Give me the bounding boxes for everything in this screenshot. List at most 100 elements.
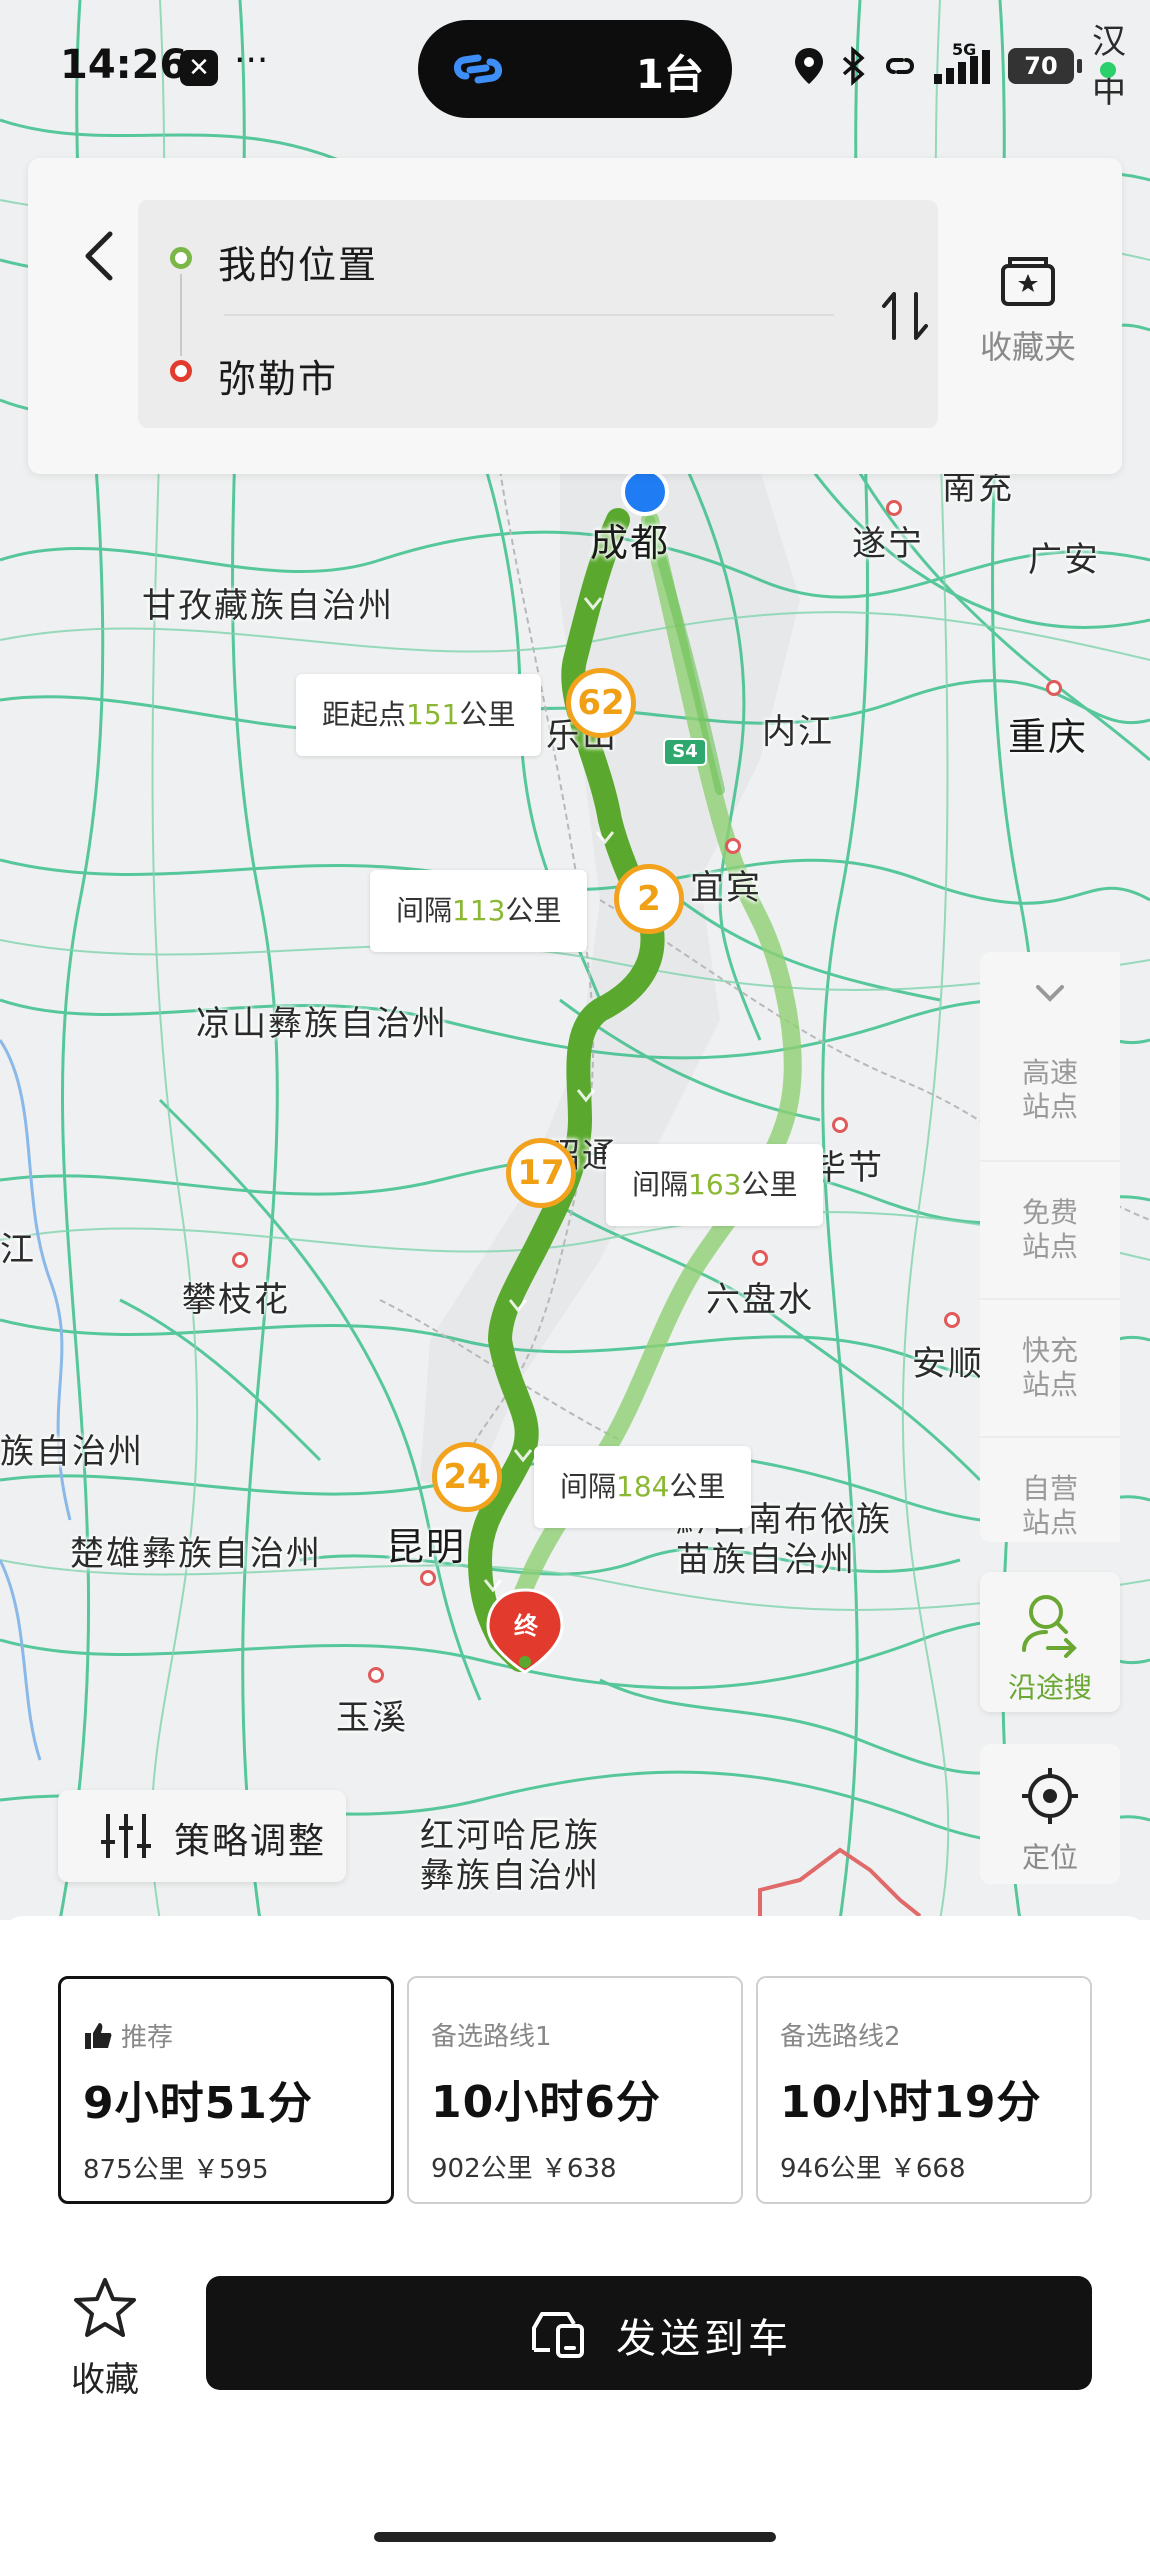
route-tag: 推荐 (83, 2017, 173, 2054)
star-icon (74, 2278, 136, 2337)
map-place-label: 族自治州 (0, 1432, 144, 1472)
waypoint-badge[interactable]: 17 (506, 1138, 576, 1208)
swap-button[interactable] (878, 286, 932, 346)
distance-callout: 间隔184公里 (534, 1446, 752, 1528)
chevron-down-icon[interactable] (1032, 978, 1068, 1008)
end-marker-label: 终 (514, 1612, 538, 1640)
fast-charge-station-filter[interactable]: 快充 站点 (980, 1298, 1120, 1436)
route-tag-label: 推荐 (121, 2023, 174, 2053)
city-dot (752, 1250, 768, 1266)
free-station-filter[interactable]: 免费 站点 (980, 1160, 1120, 1298)
along-route-search-label: 沿途搜 (1007, 1671, 1092, 1704)
map-place-label: 成都 (590, 521, 671, 565)
map-place-label: 内江 (762, 712, 834, 752)
origin-dot-icon (170, 247, 192, 269)
highway-shield: S4 (663, 738, 707, 766)
callout-unit: 公里 (741, 1168, 798, 1201)
distance-callout: 间隔163公里 (606, 1144, 824, 1226)
route-tag: 备选路线2 (780, 2016, 901, 2053)
callout-number: 163 (688, 1168, 742, 1201)
origin-field[interactable]: 我的位置 (218, 234, 378, 289)
callout-prefix: 间隔 (632, 1168, 689, 1201)
along-route-search-button[interactable]: 沿途搜 (980, 1572, 1120, 1712)
route-option-alt-1[interactable]: 备选路线1 10小时6分 902公里 ￥638 (407, 1976, 743, 2204)
distance-callout: 距起点151公里 (296, 674, 542, 756)
route-duration: 10小时19分 (780, 2077, 1042, 2128)
bluetooth-icon (842, 46, 865, 86)
back-button[interactable] (66, 216, 136, 296)
signal-icon: 5G (934, 40, 994, 86)
favorites-folder-button[interactable]: 收藏夹 (968, 254, 1088, 374)
route-distance-cost: 902公里 ￥638 (431, 2154, 617, 2184)
route-option-alt-2[interactable]: 备选路线2 10小时19分 946公里 ￥668 (756, 1976, 1092, 2204)
favorite-button[interactable]: 收藏 (60, 2276, 150, 2406)
more-notifications-icon: ··· (234, 40, 269, 81)
route-tag-label: 备选路线1 (431, 2022, 552, 2052)
waypoint-badge[interactable]: 62 (566, 668, 636, 738)
map-place-label: 重庆 (1008, 715, 1089, 759)
sliders-icon (101, 1814, 151, 1858)
crosshair-icon (1022, 1768, 1078, 1824)
callout-prefix: 距起点 (322, 698, 407, 731)
along-route-search-icon (1022, 1595, 1077, 1658)
map-place-label: 遂宁 (852, 524, 924, 564)
locate-button[interactable]: 定位 (980, 1744, 1120, 1884)
destination-field[interactable]: 弥勒市 (218, 348, 338, 403)
thumbs-up-icon (85, 2022, 112, 2049)
dynamic-island[interactable]: 1台 (418, 20, 732, 118)
callout-number: 151 (406, 698, 460, 731)
callout-prefix: 间隔 (396, 894, 453, 927)
map-place-label: 红河哈尼族彝族自治州 (420, 1816, 600, 1896)
route-option-recommended[interactable]: 推荐 9小时51分 875公里 ￥595 (58, 1976, 394, 2204)
status-indicators: 5G 70 (792, 40, 1082, 88)
app-notification-icon: ✕ (180, 50, 218, 86)
map-place-label: 广安 (1028, 540, 1100, 580)
route-input-card: 我的位置 弥勒市 收藏夹 (28, 158, 1122, 474)
map-place-label: 宜宾 (690, 868, 762, 908)
map-place-label: 江 (0, 1230, 36, 1270)
send-to-car-button[interactable]: 发送到车 (206, 2276, 1092, 2390)
map-place-label: 甘孜藏族自治州 (142, 586, 394, 626)
distance-callout: 间隔113公里 (370, 870, 588, 952)
battery-icon: 70 (1008, 48, 1082, 84)
city-dot (944, 1312, 960, 1328)
route-options-sheet: 推荐 9小时51分 875公里 ￥595 备选路线1 10小时6分 902公里 … (0, 1916, 1150, 2559)
city-dot (886, 500, 902, 516)
home-indicator[interactable] (374, 2532, 776, 2542)
send-to-car-icon (532, 2312, 584, 2358)
self-operated-station-filter[interactable]: 自营 站点 (980, 1436, 1120, 1574)
waypoint-badge[interactable]: 24 (432, 1442, 502, 1512)
city-dot (232, 1252, 248, 1268)
route-tag: 备选路线1 (431, 2016, 552, 2053)
map-place-label: 汉中 (1092, 22, 1126, 111)
waypoint-badge[interactable]: 2 (614, 864, 684, 934)
route-distance-cost: 946公里 ￥668 (780, 2154, 966, 2184)
strategy-adjust-button[interactable]: 策略调整 (58, 1790, 346, 1882)
route-tag-label: 备选路线2 (780, 2022, 901, 2052)
strategy-adjust-label: 策略调整 (174, 1821, 327, 1862)
callout-number: 113 (452, 894, 506, 927)
city-dot (420, 1570, 436, 1586)
link-icon (886, 58, 914, 74)
callout-unit: 公里 (459, 698, 516, 731)
car-link-icon (454, 54, 502, 84)
map-place-label: 攀枝花 (182, 1280, 290, 1320)
city-dot (1046, 680, 1062, 696)
route-distance-cost: 875公里 ￥595 (83, 2155, 269, 2185)
connected-car-count: 1台 (636, 52, 704, 98)
destination-dot-icon (170, 360, 192, 382)
route-duration: 10小时6分 (431, 2077, 661, 2128)
callout-prefix: 间隔 (560, 1470, 617, 1503)
map-place-label: 六盘水 (706, 1280, 814, 1320)
highway-station-filter[interactable]: 高速 站点 (980, 1022, 1120, 1160)
locate-label: 定位 (1021, 1841, 1078, 1874)
route-points-box: 我的位置 弥勒市 (138, 200, 938, 428)
favorites-folder-label: 收藏夹 (979, 328, 1076, 366)
map-place-label: 楚雄彝族自治州 (70, 1534, 322, 1574)
status-bar: 14:26 ✕ ··· 1台 5G 70 汉中 (0, 0, 1150, 140)
map-place-label: 凉山彝族自治州 (196, 1004, 448, 1044)
city-dot (368, 1667, 384, 1683)
favorite-label: 收藏 (71, 2360, 139, 2400)
divider (224, 314, 834, 316)
callout-number: 184 (616, 1470, 670, 1503)
